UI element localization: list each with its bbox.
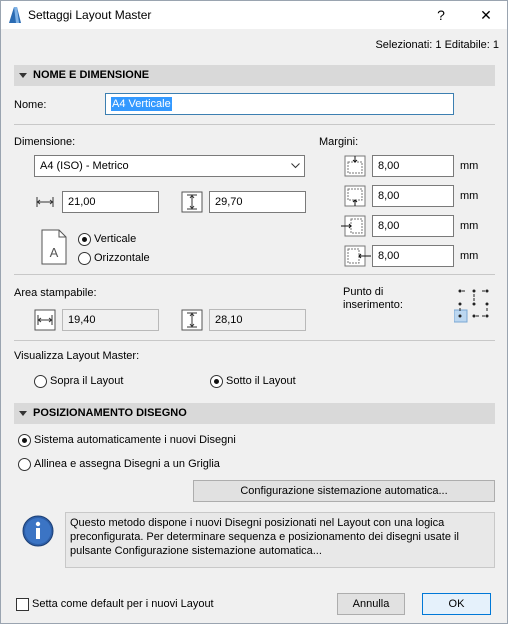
printable-width-icon — [34, 309, 56, 331]
name-value: A4 Verticale — [111, 97, 172, 111]
margin-top-unit: mm — [460, 160, 479, 172]
window-title: Settaggi Layout Master — [28, 8, 152, 22]
show-below-radio[interactable] — [210, 375, 223, 388]
info-icon — [22, 515, 54, 547]
orientation-landscape-radio[interactable] — [78, 252, 91, 265]
margin-top-icon — [344, 155, 366, 177]
printable-width-field: 19,40 — [62, 309, 159, 331]
placement-grid-label[interactable]: Allinea e assegna Disegni a un Griglia — [34, 458, 220, 470]
set-default-label[interactable]: Setta come default per i nuovi Layout — [32, 598, 214, 610]
placement-grid-radio[interactable] — [18, 458, 31, 471]
section-label: NOME E DIMENSIONE — [33, 69, 150, 81]
title-bar: Settaggi Layout Master ? ✕ — [1, 1, 507, 29]
width-icon — [36, 197, 54, 207]
collapse-triangle-icon — [19, 411, 27, 416]
show-master-label: Visualizza Layout Master: — [14, 350, 140, 362]
section-placement-header[interactable]: POSIZIONAMENTO DISEGNO — [14, 403, 495, 424]
close-button[interactable]: ✕ — [471, 3, 501, 27]
info-text-box: Questo metodo dispone i nuovi Disegni po… — [65, 512, 495, 568]
dimension-preset-value: A4 (ISO) - Metrico — [40, 160, 129, 172]
margins-label: Margini: — [319, 136, 359, 148]
archicad-app-icon — [9, 7, 21, 23]
margin-bottom-unit: mm — [460, 190, 479, 202]
margin-left-field[interactable]: 8,00 — [372, 215, 454, 237]
margin-bottom-field[interactable]: 8,00 — [372, 185, 454, 207]
margin-left-unit: mm — [460, 220, 479, 232]
margin-right-field[interactable]: 8,00 — [372, 245, 454, 267]
margin-left-icon — [341, 215, 366, 237]
svg-text:A: A — [50, 245, 59, 260]
chevron-down-icon — [291, 163, 300, 169]
placement-auto-radio[interactable] — [18, 434, 31, 447]
margin-right-unit: mm — [460, 250, 479, 262]
section-label: POSIZIONAMENTO DISEGNO — [33, 407, 187, 419]
name-field[interactable]: A4 Verticale — [105, 93, 454, 115]
divider — [14, 124, 495, 125]
page-orientation-icon: A — [41, 229, 67, 265]
dimension-label: Dimensione: — [14, 136, 76, 148]
height-icon — [181, 191, 203, 213]
height-field[interactable]: 29,70 — [209, 191, 306, 213]
cancel-button[interactable]: Annulla — [337, 593, 405, 615]
printable-height-field: 28,10 — [209, 309, 306, 331]
width-field[interactable]: 21,00 — [62, 191, 159, 213]
margin-right-icon — [344, 245, 371, 267]
dialog-window: Settaggi Layout Master ? ✕ Selezionati: … — [0, 0, 508, 624]
collapse-triangle-icon — [19, 73, 27, 78]
divider — [14, 340, 495, 341]
show-above-radio[interactable] — [34, 375, 47, 388]
ok-button[interactable]: OK — [422, 593, 491, 615]
insertion-point-grid[interactable] — [454, 286, 494, 324]
help-button[interactable]: ? — [426, 3, 456, 27]
selection-info: Selezionati: 1 Editabile: 1 — [375, 39, 499, 51]
set-default-checkbox[interactable] — [16, 598, 29, 611]
orientation-landscape-label[interactable]: Orizzontale — [94, 252, 150, 264]
name-label: Nome: — [14, 99, 47, 111]
orientation-portrait-radio[interactable] — [78, 233, 91, 246]
placement-auto-label[interactable]: Sistema automaticamente i nuovi Disegni — [34, 434, 236, 446]
show-below-label[interactable]: Sotto il Layout — [226, 375, 296, 387]
printable-area-label: Area stampabile: — [14, 287, 97, 299]
show-above-label[interactable]: Sopra il Layout — [50, 375, 123, 387]
margin-top-field[interactable]: 8,00 — [372, 155, 454, 177]
insertion-point-label: Punto di inserimento: — [343, 286, 403, 311]
dimension-preset-select[interactable]: A4 (ISO) - Metrico — [34, 155, 305, 177]
divider — [14, 274, 495, 275]
section-name-dimension-header[interactable]: NOME E DIMENSIONE — [14, 65, 495, 86]
auto-arrangement-config-button[interactable]: Configurazione sistemazione automatica..… — [193, 480, 495, 502]
margin-bottom-icon — [344, 185, 366, 207]
orientation-portrait-label[interactable]: Verticale — [94, 233, 136, 245]
printable-height-icon — [181, 309, 203, 331]
